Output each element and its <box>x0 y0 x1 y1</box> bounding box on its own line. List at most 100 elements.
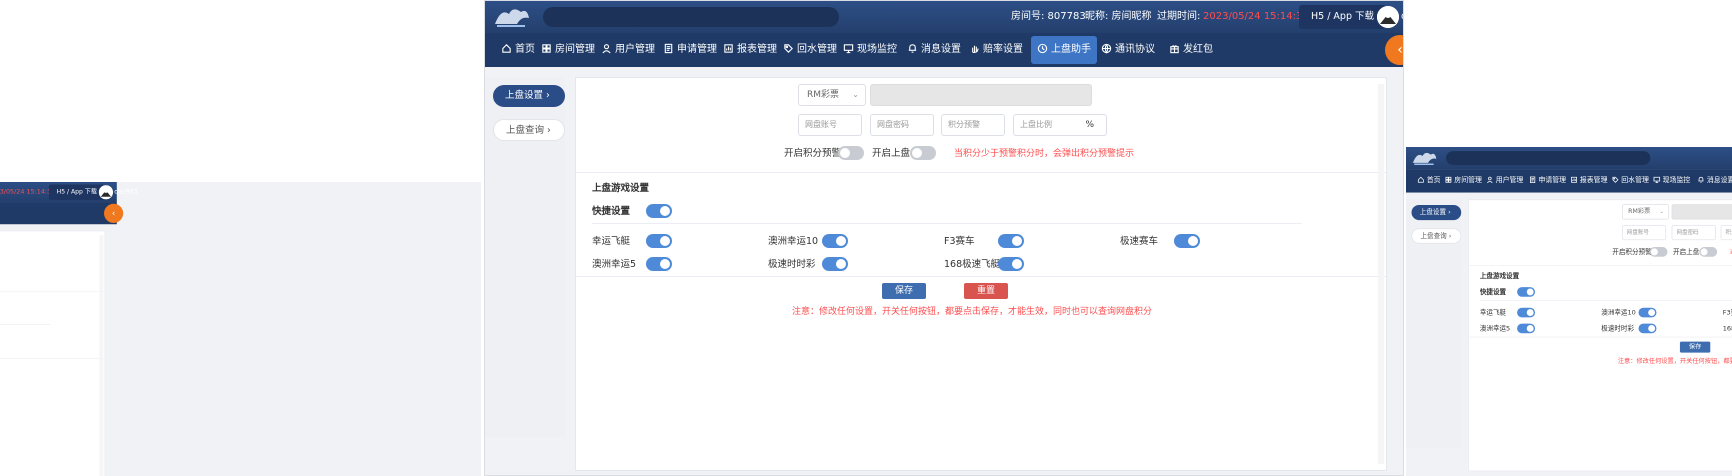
nav-item-label: 通讯协议 <box>1115 44 1155 55</box>
document-icon <box>1529 176 1539 185</box>
username-text: qaz963 <box>1401 11 1403 22</box>
game-toggle[interactable] <box>1517 323 1536 334</box>
game-toggle[interactable] <box>1517 307 1536 318</box>
reset-button[interactable]: 重置 <box>964 283 1008 299</box>
nav-item-label: 房间管理 <box>1454 176 1482 185</box>
points-warning-toggle[interactable] <box>838 146 864 160</box>
room-number: 房间号: 807783 <box>1011 11 1086 22</box>
netdisk-account-input[interactable]: 网盘账号 <box>798 114 862 136</box>
h5-app-download-button[interactable]: H5 / App 下载 <box>1299 5 1387 29</box>
tag-icon <box>783 44 797 55</box>
save-button[interactable]: 保存 <box>1679 341 1711 353</box>
secondary-window: 房间号: 807783 昵称: 房间昵称 过期时间: 2023/05/24 15… <box>1406 147 1732 476</box>
lottery-select[interactable]: RM彩票 ⌄ <box>1621 204 1669 220</box>
nav-item-user[interactable]: 用户管理 <box>595 36 661 64</box>
blurred-field[interactable] <box>870 84 1092 106</box>
app-window: 房间号: 807783 昵称: 房间昵称 过期时间: 2023/05/24 15… <box>1406 147 1732 475</box>
nav-item-report[interactable]: 报表管理 <box>1566 171 1612 190</box>
game-toggle[interactable] <box>822 257 848 271</box>
nav-item-document[interactable]: 申请管理 <box>1525 171 1571 190</box>
nav-item-protocol[interactable]: 通讯协议 <box>1095 36 1161 64</box>
nav-item-clock[interactable]: 上盘助手 <box>1031 36 1097 64</box>
tab-upload-settings[interactable]: 上盘设置 › <box>1411 204 1462 221</box>
quick-settings-toggle[interactable] <box>1517 287 1536 297</box>
nav-item-document[interactable]: 申请管理 <box>657 36 723 64</box>
scrollbar[interactable] <box>99 235 104 476</box>
avatar[interactable] <box>1377 6 1399 28</box>
points-warning-input[interactable]: 积分预警 <box>941 114 1005 136</box>
nav-item-hand[interactable]: 赔率设置 <box>963 36 1029 64</box>
nav-item-label: 发红包 <box>1183 44 1213 55</box>
room-nickname: 昵称: 房间昵称 <box>1085 11 1152 22</box>
home-icon <box>501 44 515 55</box>
game-label: F3赛车 <box>1722 309 1732 317</box>
tab-upload-query[interactable]: 上盘查询 › <box>493 119 565 141</box>
points-warning-input[interactable]: 积分预警 <box>1720 224 1732 241</box>
tab-upload-settings[interactable]: 上盘设置 › <box>493 85 565 107</box>
game-toggle[interactable] <box>646 257 672 271</box>
nav-item-tag[interactable]: 回水管理 <box>1607 171 1653 190</box>
upload-toggle[interactable] <box>1699 247 1718 257</box>
chevron-down-icon: ⌄ <box>852 90 859 99</box>
main-nav: 首页房间管理用户管理申请管理报表管理回水管理现场监控消息设置赔率设置上盘助手通讯… <box>1406 169 1732 193</box>
collapse-button[interactable]: ‹ <box>104 203 124 223</box>
nav-item-grid[interactable]: 房间管理 <box>535 36 601 64</box>
upload-toggle[interactable] <box>910 146 936 160</box>
upload-ratio-input[interactable]: 上盘比例 % <box>1013 114 1107 136</box>
divider <box>1479 300 1732 301</box>
secondary-window: 房间号: 807783 昵称: 房间昵称 过期时间: 2023/05/24 15… <box>0 182 481 476</box>
nav-item-grid[interactable]: 房间管理 <box>1441 171 1487 190</box>
percent-suffix: % <box>1085 120 1094 130</box>
monitor-icon <box>1653 176 1663 185</box>
netdisk-account-input[interactable]: 网盘账号 <box>1621 224 1667 241</box>
top-search-bar[interactable] <box>543 7 839 27</box>
gift-icon <box>1169 44 1183 55</box>
nav-item-monitor[interactable]: 现场监控 <box>837 36 903 64</box>
quick-settings-toggle[interactable] <box>646 204 672 218</box>
nav-item-monitor[interactable]: 现场监控 <box>1649 171 1695 190</box>
nav-item-label: 消息设置 <box>921 44 961 55</box>
side-tab-column: 上盘设置 › 上盘查询 › <box>485 77 565 437</box>
netdisk-password-input[interactable]: 网盘密码 <box>870 114 934 136</box>
lottery-select-value: RM彩票 <box>1628 208 1651 216</box>
nav-item-report[interactable]: 报表管理 <box>717 36 783 64</box>
save-button[interactable]: 保存 <box>882 283 926 299</box>
netdisk-password-input[interactable]: 网盘密码 <box>1671 224 1716 241</box>
nav-item-label: 首页 <box>515 44 535 55</box>
upload-toggle-label: 开启上盘 <box>1673 248 1700 257</box>
scrollbar[interactable] <box>1378 84 1384 464</box>
tab-upload-query[interactable]: 上盘查询 › <box>1411 228 1462 244</box>
section-title: 上盘游戏设置 <box>592 183 650 194</box>
chevron-right-icon: › <box>543 90 550 101</box>
divider <box>1468 336 1732 338</box>
game-toggle[interactable] <box>646 234 672 248</box>
nav-item-user[interactable]: 用户管理 <box>1482 171 1528 190</box>
nav-item-label: 现场监控 <box>857 44 897 55</box>
game-label: 澳洲幸运10 <box>1601 309 1636 317</box>
game-toggle[interactable] <box>998 257 1024 271</box>
divider <box>1468 264 1732 266</box>
nav-item-bell[interactable]: 消息设置 <box>1693 171 1732 190</box>
screenshot-stage: 房间号: 807783 昵称: 房间昵称 过期时间: 2023/05/24 15… <box>0 0 1732 476</box>
game-toggle[interactable] <box>822 234 848 248</box>
game-toggle[interactable] <box>1638 307 1657 318</box>
divider <box>0 324 51 325</box>
expire-time: 2023/05/24 15:14:32 <box>0 188 56 196</box>
game-toggle[interactable] <box>1174 234 1200 248</box>
game-label: 澳洲幸运5 <box>1479 325 1511 333</box>
nav-item-tag[interactable]: 回水管理 <box>777 36 843 64</box>
nav-item-gift[interactable]: 发红包 <box>1163 36 1219 64</box>
nav-item-label: 用户管理 <box>1495 176 1524 185</box>
game-toggle[interactable] <box>998 234 1024 248</box>
h5-app-download-button[interactable]: H5 / App 下载 <box>48 184 105 200</box>
chevron-right-icon: › <box>1446 208 1451 216</box>
blurred-field[interactable] <box>1671 204 1732 220</box>
game-toggle[interactable] <box>1638 323 1657 334</box>
points-warning-toggle-label: 开启积分预警 <box>1612 248 1652 257</box>
top-search-bar[interactable] <box>1446 151 1651 165</box>
main-window: 房间号: 807783 昵称: 房间昵称 过期时间: 2023/05/24 15… <box>484 0 1404 476</box>
lottery-select[interactable]: RM彩票 ⌄ <box>798 84 866 106</box>
avatar[interactable] <box>98 185 113 200</box>
points-warning-toggle[interactable] <box>1649 247 1668 257</box>
nav-item-bell[interactable]: 消息设置 <box>901 36 967 64</box>
